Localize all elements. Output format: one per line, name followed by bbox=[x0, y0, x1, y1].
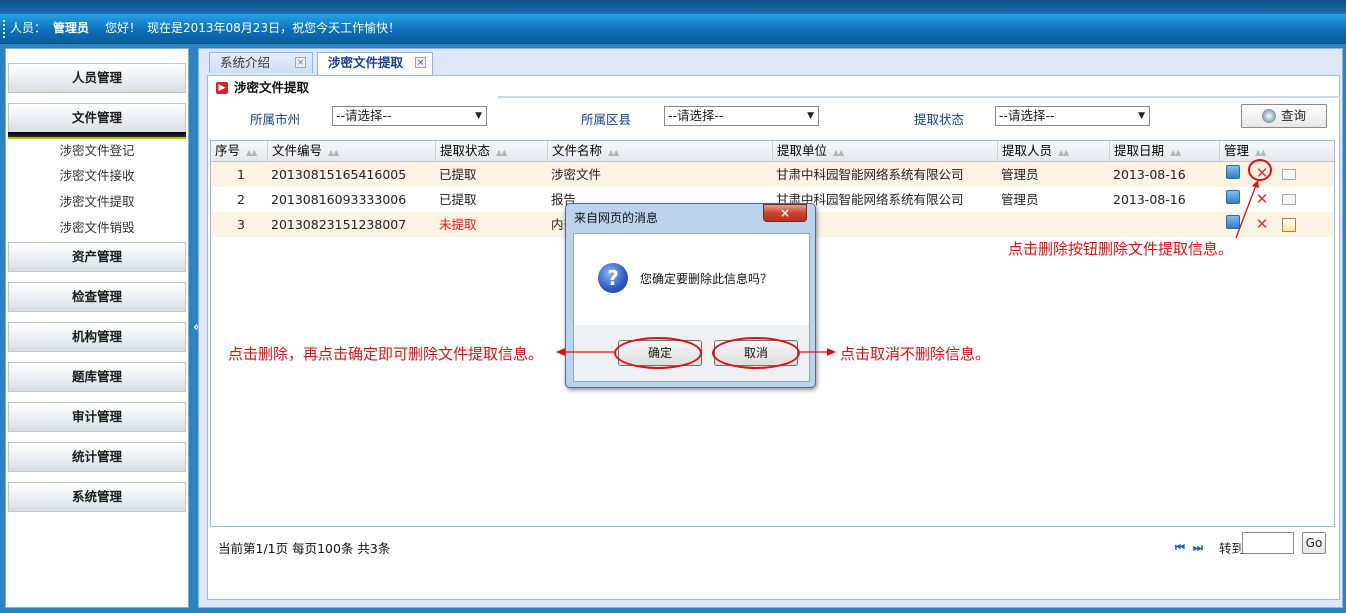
confirm-hint-annotation: 点击删除，再点击确定即可删除文件提取信息。 bbox=[228, 345, 544, 363]
annotation-arrows bbox=[556, 179, 1259, 356]
delete-hint-annotation: 点击删除按钮删除文件提取信息。 bbox=[1008, 240, 1234, 258]
cancel-hint-annotation: 点击取消不删除信息。 bbox=[840, 345, 991, 363]
